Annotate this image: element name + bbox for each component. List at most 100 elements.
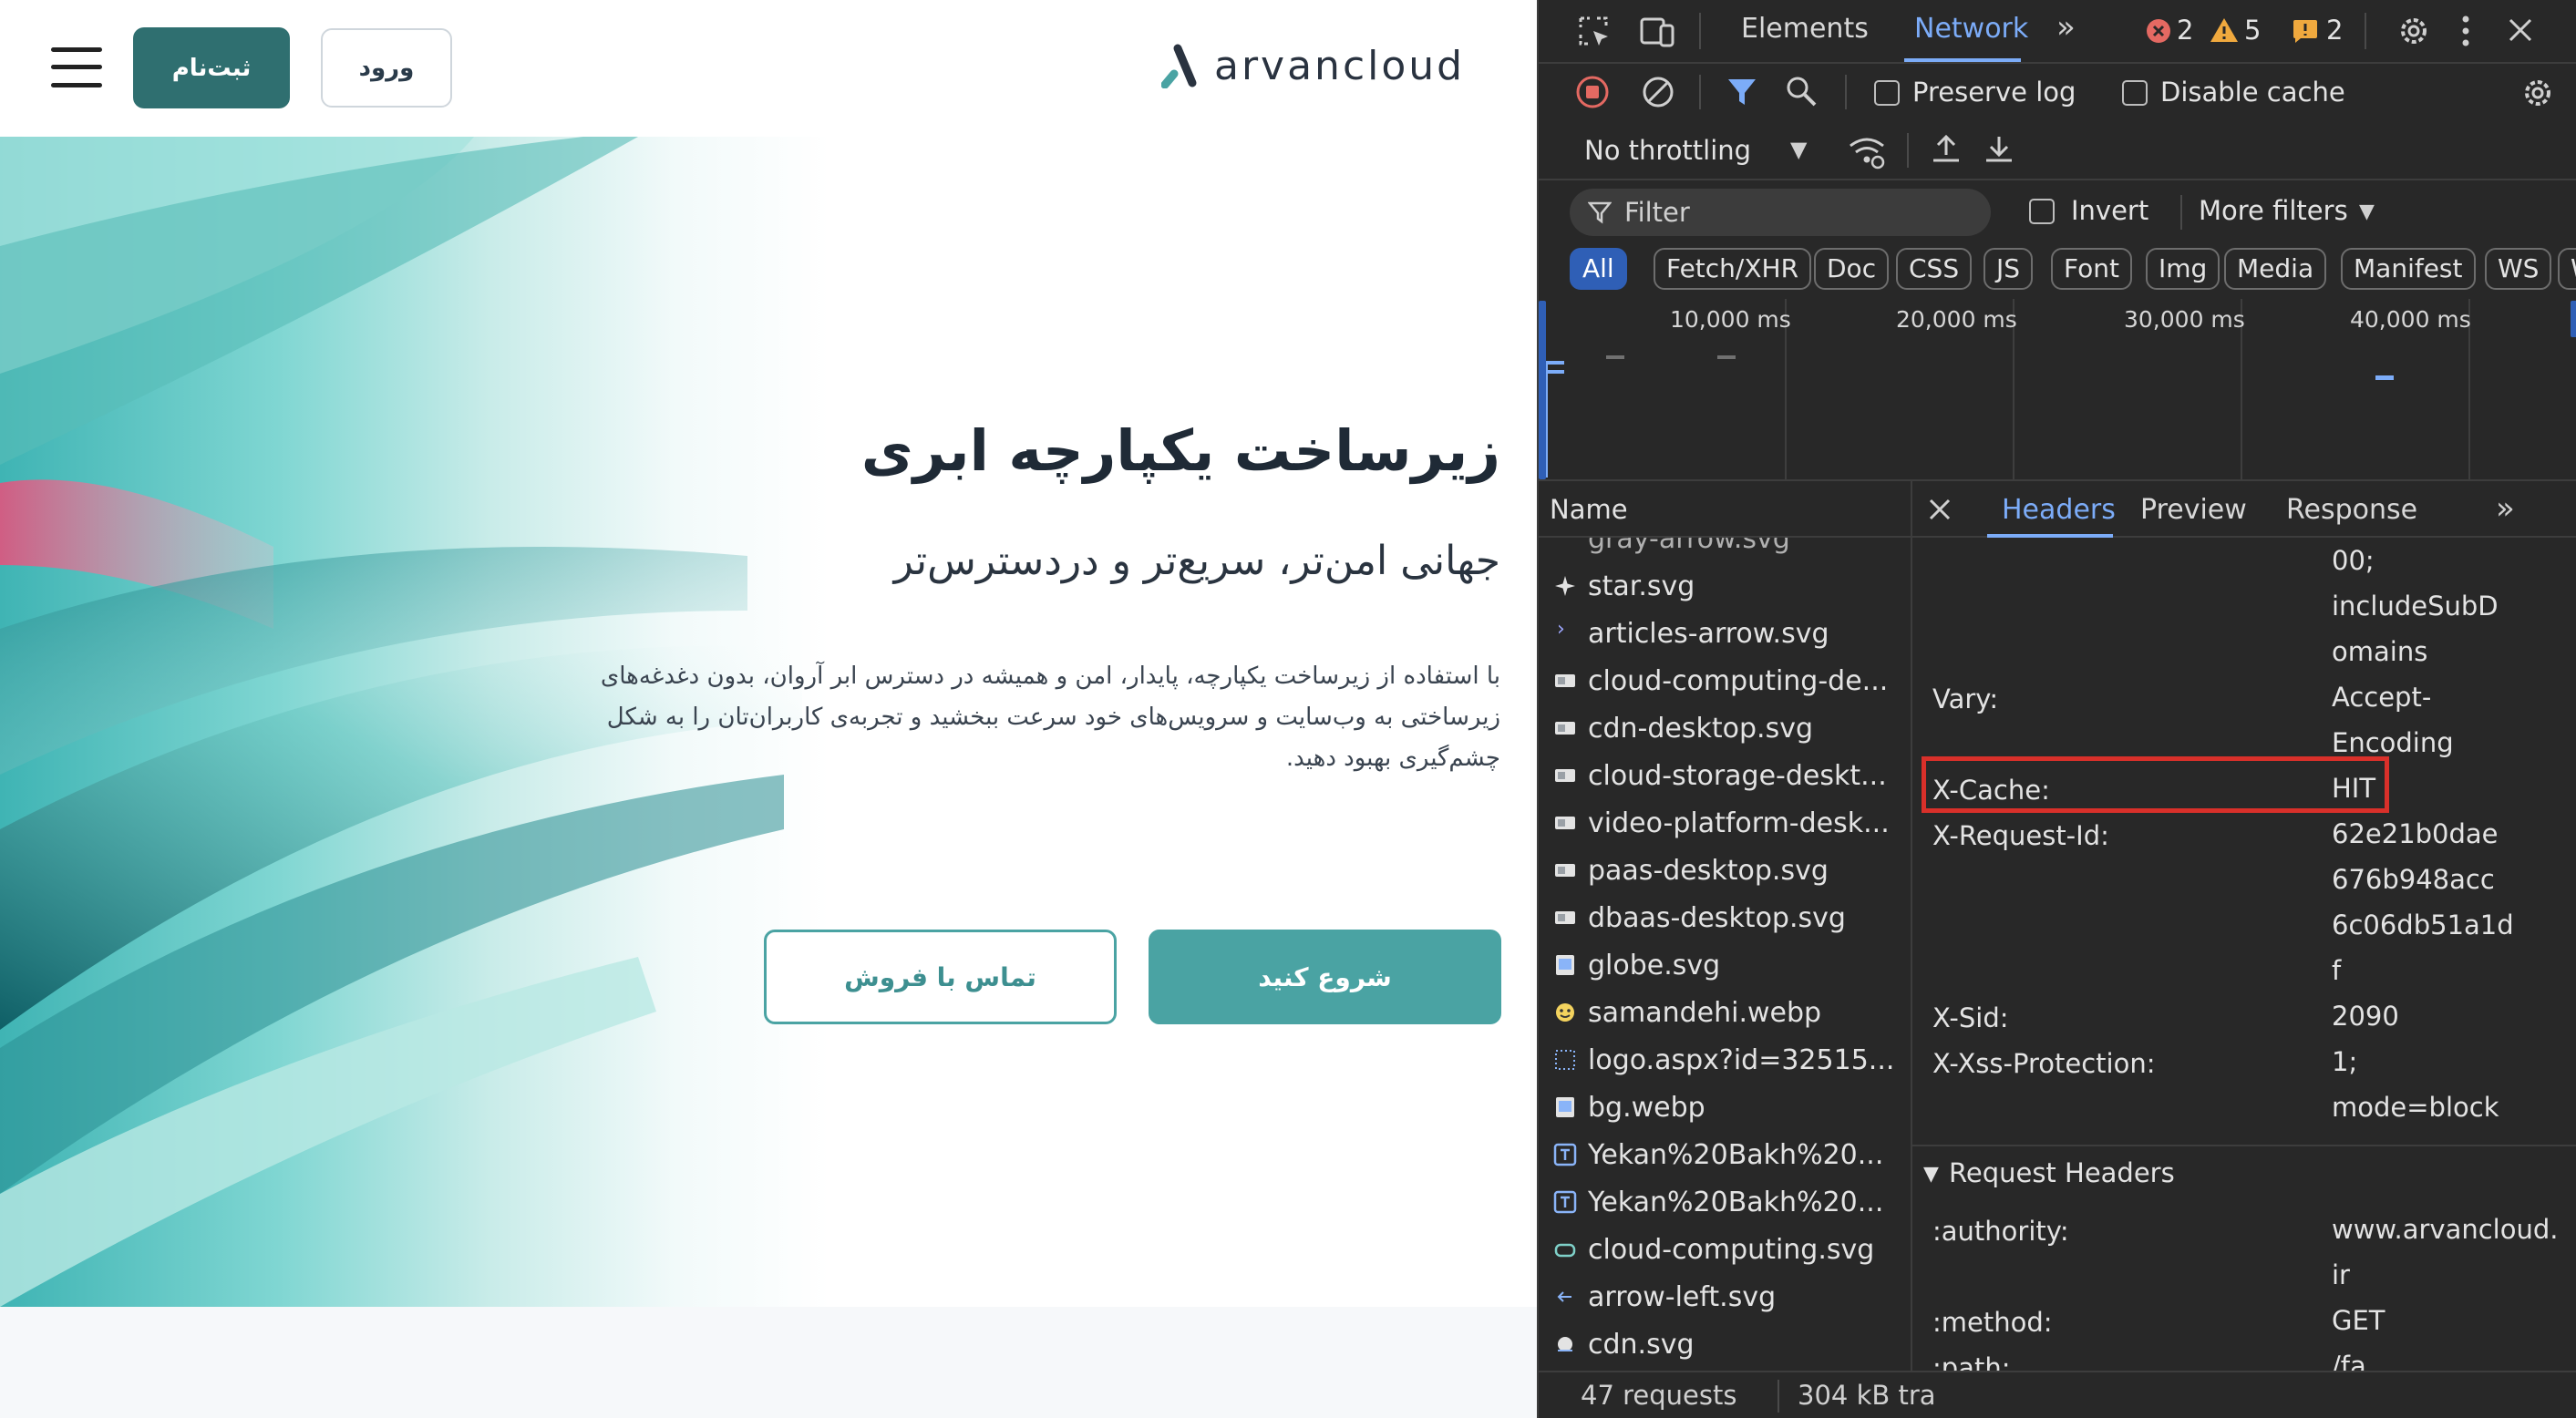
clear-icon[interactable] [1641, 75, 1675, 109]
error-count[interactable]: 2 [2177, 15, 2193, 46]
arvancloud-logo[interactable]: arvancloud [1161, 38, 1465, 93]
image-file-icon [1556, 955, 1574, 975]
kebab-menu-icon[interactable] [2459, 15, 2472, 47]
more-filters-button[interactable]: More filters [2199, 195, 2348, 226]
request-row[interactable]: cdn-desktop.svg [1539, 705, 1911, 753]
request-row[interactable]: cloud-computing-de... [1539, 658, 1911, 705]
filter-input[interactable]: Filter [1570, 189, 1991, 236]
cdn-file-icon [1558, 1337, 1572, 1351]
request-row[interactable]: › articles-arrow.svg [1539, 611, 1911, 658]
chip-manifest[interactable]: Manifest [2341, 248, 2476, 290]
more-detail-tabs-chevron-icon[interactable]: » [2496, 490, 2515, 527]
chip-img[interactable]: Img [2146, 248, 2221, 290]
tab-elements[interactable]: Elements [1741, 13, 1869, 45]
request-row[interactable]: star.svg [1539, 563, 1911, 611]
timeline-left-handle[interactable] [1539, 301, 1546, 479]
invert-checkbox[interactable] [2029, 199, 2055, 224]
get-started-button[interactable]: شروع کنید [1149, 930, 1501, 1024]
request-row[interactable]: logo.aspx?id=32515... [1539, 1037, 1911, 1084]
header-value: omains [2332, 636, 2428, 667]
chevron-right-icon: › [1557, 618, 1565, 641]
menu-hamburger-icon[interactable] [51, 47, 102, 87]
image-file-icon [1555, 864, 1575, 877]
close-detail-icon[interactable] [1927, 497, 1953, 522]
request-row[interactable]: arrow-left.svg [1539, 1274, 1911, 1321]
name-column-header[interactable]: Name [1539, 481, 1911, 538]
request-row[interactable]: Yekan%20Bakh%20... [1539, 1132, 1911, 1179]
preserve-log-checkbox[interactable] [1874, 80, 1900, 106]
login-button[interactable]: ورود [321, 28, 452, 108]
tab-response[interactable]: Response [2286, 494, 2417, 526]
header-key-method: :method: [1932, 1307, 2053, 1338]
request-row[interactable]: Yekan%20Bakh%20... [1539, 1179, 1911, 1227]
inspect-element-icon[interactable] [1577, 15, 1612, 49]
chip-js[interactable]: JS [1984, 248, 2034, 290]
chip-all[interactable]: All [1570, 248, 1627, 290]
disable-cache-label[interactable]: Disable cache [2160, 77, 2345, 108]
website-pane: ثبت‌نام ورود arvancloud [0, 0, 1537, 1418]
request-name: star.svg [1588, 570, 1695, 602]
tab-preview[interactable]: Preview [2140, 494, 2247, 526]
separator [2365, 13, 2366, 49]
divider [1912, 1145, 2576, 1146]
header-key-vary: Vary: [1932, 683, 1999, 714]
request-headers-toggle-icon[interactable]: ▼ [1923, 1163, 1939, 1186]
request-headers-title[interactable]: Request Headers [1949, 1157, 2175, 1188]
request-name: globe.svg [1588, 950, 1721, 981]
chip-wasm[interactable]: W [2558, 248, 2576, 290]
more-filters-dropdown-icon[interactable]: ▼ [2359, 200, 2375, 223]
request-name: bg.webp [1588, 1092, 1705, 1124]
tab-headers[interactable]: Headers [2002, 494, 2116, 526]
device-toolbar-icon[interactable] [1639, 15, 1675, 49]
header-value-x-request-id: 6c06db51a1d [2332, 909, 2514, 940]
request-row[interactable]: cloud-computing.svg [1539, 1227, 1911, 1274]
timeline-right-handle[interactable] [2571, 301, 2576, 337]
request-row[interactable]: video-platform-desk... [1539, 800, 1911, 848]
request-row[interactable]: samandehi.webp [1539, 990, 1911, 1037]
chip-media[interactable]: Media [2224, 248, 2327, 290]
chip-font[interactable]: Font [2051, 248, 2132, 290]
settings-gear-icon[interactable] [2396, 13, 2432, 49]
export-har-download-icon[interactable] [1984, 133, 2014, 166]
network-conditions-wifi-icon[interactable] [1847, 133, 1887, 170]
chip-doc[interactable]: Doc [1814, 248, 1890, 290]
error-icon[interactable] [2146, 18, 2171, 44]
chip-fetch-xhr[interactable]: Fetch/XHR [1654, 248, 1812, 290]
request-row[interactable]: cdn.svg [1539, 1321, 1911, 1369]
throttling-select[interactable]: No throttling [1584, 135, 1751, 166]
header-key-x-request-id: X-Request-Id: [1932, 820, 2109, 851]
tab-network[interactable]: Network [1914, 13, 2028, 45]
chip-css[interactable]: CSS [1896, 248, 1973, 290]
request-list: Name gray-arrow.svg star.svg › articles-… [1539, 481, 1911, 1392]
disable-cache-checkbox[interactable] [2122, 80, 2148, 106]
throttling-dropdown-icon[interactable]: ▼ [1790, 137, 1807, 162]
request-name: cdn.svg [1588, 1329, 1695, 1361]
header-key-x-xss-protection: X-Xss-Protection: [1932, 1048, 2156, 1079]
record-stop-icon[interactable] [1575, 75, 1610, 109]
warning-count[interactable]: 5 [2244, 15, 2261, 46]
issues-icon[interactable] [2292, 18, 2319, 44]
network-timeline-overview[interactable]: 10,000 ms 20,000 ms 30,000 ms 40,000 ms [1539, 299, 2576, 481]
invert-label[interactable]: Invert [2071, 195, 2148, 226]
header-key-x-sid: X-Sid: [1932, 1002, 2009, 1033]
header-key-authority: :authority: [1932, 1216, 2069, 1247]
chip-ws[interactable]: WS [2485, 248, 2552, 290]
contact-sales-button[interactable]: تماس با فروش [764, 930, 1117, 1024]
request-row[interactable]: dbaas-desktop.svg [1539, 895, 1911, 942]
request-row[interactable]: paas-desktop.svg [1539, 848, 1911, 895]
import-har-upload-icon[interactable] [1931, 133, 1962, 166]
close-devtools-icon[interactable] [2507, 16, 2534, 44]
preserve-log-label[interactable]: Preserve log [1912, 77, 2076, 108]
signup-button[interactable]: ثبت‌نام [133, 27, 290, 108]
more-tabs-chevron-icon[interactable]: » [2056, 9, 2076, 46]
search-icon[interactable] [1785, 75, 1818, 108]
header-value-method: GET [2332, 1305, 2385, 1336]
request-row[interactable]: gray-arrow.svg [1539, 538, 1911, 563]
network-settings-gear-icon[interactable] [2519, 75, 2556, 111]
request-row[interactable]: bg.webp [1539, 1084, 1911, 1132]
issues-count[interactable]: 2 [2326, 15, 2343, 46]
warning-icon[interactable] [2210, 16, 2239, 44]
request-row[interactable]: globe.svg [1539, 942, 1911, 990]
request-row[interactable]: cloud-storage-deskt... [1539, 753, 1911, 800]
filter-funnel-icon[interactable] [1726, 77, 1757, 108]
